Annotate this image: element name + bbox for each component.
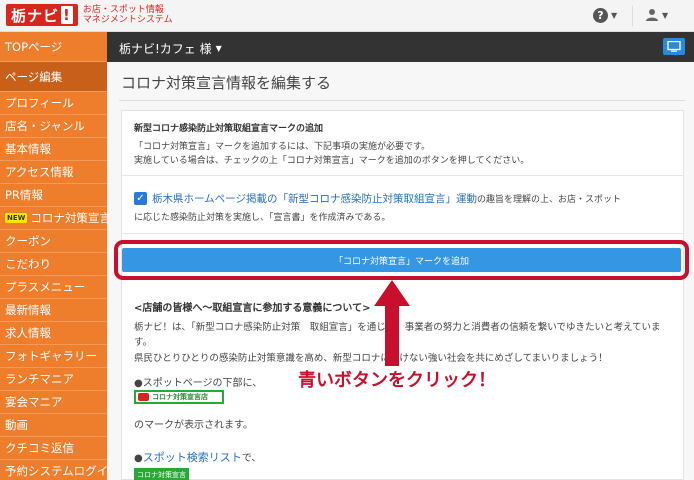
badge-label: コロナ対策宣言店: [152, 393, 208, 401]
sidebar-item-label: 宴会マニア: [5, 395, 63, 409]
sidebar-item-label: フォトギャラリー: [5, 349, 97, 363]
chevron-down-icon: ▼: [215, 44, 222, 53]
sidebar-item-jobs[interactable]: 求人情報: [0, 322, 107, 345]
sidebar-item-corona[interactable]: NEW コロナ対策宣言: [0, 207, 107, 230]
sidebar-item-basic-info[interactable]: 基本情報: [0, 138, 107, 161]
instruction-text: 実施している場合は、チェックの上「コロナ対策宣言」マークを追加のボタンを押してく…: [134, 156, 530, 166]
corona-store-badge: コロナ対策宣言店: [134, 390, 224, 404]
sidebar-item-label: ランチマニア: [5, 372, 74, 386]
agreement-checkbox[interactable]: ✓: [134, 192, 147, 205]
add-corona-mark-button[interactable]: 「コロナ対策宣言」マークを追加: [122, 248, 681, 272]
sidebar-item-label: プラスメニュー: [5, 280, 86, 294]
preview-button[interactable]: [663, 38, 685, 55]
section-title: <店舗の皆様へ〜取組宣言に参加する意義について>: [134, 303, 371, 314]
highlight-box: 「コロナ対策宣言」マークを追加: [114, 240, 689, 280]
sidebar-item-latest-info[interactable]: 最新情報: [0, 299, 107, 322]
annotation-text: 青いボタンをクリック！: [296, 366, 498, 392]
sidebar-item-label: 最新情報: [5, 303, 51, 317]
sidebar-item-label: 基本情報: [5, 142, 51, 156]
divider: [122, 175, 683, 176]
sidebar-item-label: 予約システムログイン: [5, 464, 107, 478]
chevron-down-icon: ▼: [662, 10, 669, 20]
sidebar-item-store-genre[interactable]: 店名・ジャンル: [0, 115, 107, 138]
sidebar-item-page-edit[interactable]: ページ編集: [0, 62, 107, 92]
sidebar-item-top[interactable]: TOPページ: [0, 32, 107, 62]
sidebar-item-label: 求人情報: [5, 326, 51, 340]
main-content: コロナ対策宣言情報を編集する 新型コロナ感染防止対策取組宣言マークの追加 「コロ…: [107, 62, 694, 480]
agreement-text: 栃木県ホームページ掲載の「新型コロナ感染防止対策取組宣言」運動の趣旨を理解の上、…: [152, 191, 621, 206]
agreement-text-line2: に応じた感染防止対策を実施し、「宣言書」を作成済みである。: [134, 213, 391, 223]
top-bar: 栃ナビ! お店・スポット情報 マネジメントシステム ? ▼ ▼: [0, 0, 694, 32]
sidebar-item-label: PR情報: [5, 188, 43, 202]
section-title: 新型コロナ感染防止対策取組宣言マークの追加: [134, 124, 324, 134]
sidebar-item-label: ページ編集: [5, 69, 63, 84]
info-text: す。: [134, 337, 153, 348]
logo-main-text: 栃ナビ: [11, 6, 60, 25]
mark-display-text: のマークが表示されます。: [134, 420, 253, 431]
sidebar-item-label: コロナ対策宣言: [30, 211, 107, 225]
divider: [122, 233, 683, 234]
spot-search-list-link[interactable]: スポット検索リスト: [143, 451, 242, 464]
divider: [119, 100, 685, 101]
sidebar-item-video[interactable]: 動画: [0, 414, 107, 437]
logo-subtitle: お店・スポット情報 マネジメントシステム: [83, 5, 173, 25]
info-text: 県民ひとりひとりの感染防止対策意識を高め、新型コロナに けない強い社会を共にめざ…: [134, 353, 608, 364]
instruction-text: 「コロナ対策宣言」マークを追加するには、下記事項の実施が必要です。: [134, 142, 431, 152]
user-icon: [646, 9, 658, 21]
sidebar-item-label: 店名・ジャンル: [5, 119, 85, 133]
logo-mark: 栃ナビ!: [6, 4, 78, 26]
sidebar-item-coupon[interactable]: クーポン: [0, 230, 107, 253]
sidebar-item-plus-menu[interactable]: プラスメニュー: [0, 276, 107, 299]
store-name-menu[interactable]: 栃ナビ!カフェ 様 ▼: [119, 40, 222, 57]
sidebar-item-label: TOPページ: [5, 39, 63, 54]
monitor-icon: [667, 41, 681, 52]
corona-list-badge: コロナ対策宣言: [134, 468, 189, 480]
sidebar-item-label: アクセス情報: [5, 165, 74, 179]
question-circle-icon: ?: [593, 8, 608, 23]
sidebar-item-review-reply[interactable]: クチコミ返信: [0, 437, 107, 460]
store-name: 栃ナビ!カフェ 様: [119, 42, 212, 56]
annotation-arrow-icon: [374, 280, 410, 366]
search-list-text: ●スポット検索リストで、: [134, 449, 261, 465]
sidebar-item-kodawari[interactable]: こだわり: [0, 253, 107, 276]
agreement-text-tail: の趣旨を理解の上、お店・スポット: [476, 195, 621, 205]
divider: [632, 6, 633, 26]
sidebar: TOPページ ページ編集 プロフィール 店名・ジャンル 基本情報 アクセス情報 …: [0, 32, 107, 480]
sidebar-item-access-info[interactable]: アクセス情報: [0, 161, 107, 184]
logo-exclaim: !: [61, 6, 73, 24]
sidebar-item-label: クチコミ返信: [5, 441, 74, 455]
new-badge: NEW: [5, 213, 28, 223]
sidebar-item-label: クーポン: [5, 234, 51, 248]
sidebar-item-profile[interactable]: プロフィール: [0, 92, 107, 115]
sidebar-item-label: プロフィール: [5, 96, 74, 110]
sidebar-item-lunch[interactable]: ランチマニア: [0, 368, 107, 391]
logo[interactable]: 栃ナビ! お店・スポット情報 マネジメントシステム: [6, 4, 173, 26]
search-suffix: で、: [241, 453, 262, 464]
bullet: ●: [134, 453, 143, 464]
sidebar-item-pr-info[interactable]: PR情報: [0, 184, 107, 207]
header-bar: 栃ナビ!カフェ 様 ▼: [107, 32, 694, 62]
sidebar-item-reservation[interactable]: 予約システムログイン: [0, 460, 107, 480]
chevron-down-icon: ▼: [611, 11, 618, 20]
page-title: コロナ対策宣言情報を編集する: [121, 74, 332, 92]
spot-page-text: ●スポットページの下部に、: [134, 378, 263, 389]
sidebar-item-banquet[interactable]: 宴会マニア: [0, 391, 107, 414]
sidebar-item-label: こだわり: [5, 257, 51, 271]
guideline-link[interactable]: 栃木県ホームページ掲載の「新型コロナ感染防止対策取組宣言」運動: [152, 193, 477, 205]
sidebar-item-label: 動画: [5, 418, 28, 432]
logo-line1: お店・スポット情報: [82, 5, 164, 15]
user-menu[interactable]: ▼: [645, 8, 668, 22]
help-menu[interactable]: ? ▼: [593, 8, 617, 23]
sidebar-item-photo-gallery[interactable]: フォトギャラリー: [0, 345, 107, 368]
badge-icon: [138, 393, 149, 401]
logo-line2: マネジメントシステム: [82, 15, 173, 25]
